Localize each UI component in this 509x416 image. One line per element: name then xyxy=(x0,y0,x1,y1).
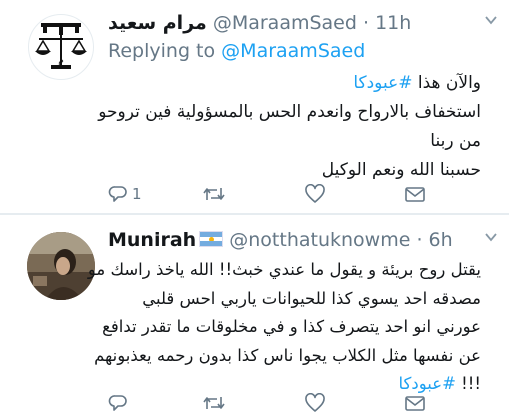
tweet-2[interactable]: Munirah @notthatuknowme · 6h يقتل روح بر… xyxy=(0,215,509,412)
reply-button[interactable] xyxy=(108,390,132,416)
tweet-line: مصدقه احد يسوي كذا للحيوانات ياربي احس ق… xyxy=(142,288,481,308)
direct-message-button[interactable] xyxy=(404,390,426,416)
replying-to: Replying to @MaraamSaed xyxy=(108,40,365,62)
tweet-line: عورني انو احد يتصرف كذا و في مخلوقات ما … xyxy=(102,317,481,336)
retweet-icon xyxy=(203,188,225,200)
tweet-line: من ربنا xyxy=(430,131,481,151)
replying-to-handle[interactable]: @MaraamSaed xyxy=(221,40,365,62)
retweet-icon xyxy=(203,397,225,409)
reply-icon xyxy=(108,186,127,202)
author-name[interactable]: مرام سعيد xyxy=(108,12,207,34)
heart-icon xyxy=(305,184,325,203)
tweet-1[interactable]: م مرام سعيد @MaraamSaed · 11h Replying t… xyxy=(0,0,509,214)
author-handle[interactable]: @MaraamSaed xyxy=(213,12,357,34)
heart-icon xyxy=(305,393,325,412)
separator-dot: · xyxy=(416,229,423,251)
like-button[interactable] xyxy=(304,390,330,416)
retweet-button[interactable] xyxy=(202,390,230,416)
reply-count: 1 xyxy=(132,185,142,203)
tweet-line: يقتل روح بريئة و يقول ما عندي خبث!! الله… xyxy=(87,260,481,279)
hashtag-link[interactable]: #عبودكا xyxy=(353,73,412,93)
tweet-actions xyxy=(108,390,478,416)
tweet-actions: 1 xyxy=(108,181,478,207)
svg-text:م: م xyxy=(58,56,64,66)
replying-to-label: Replying to xyxy=(108,40,216,62)
envelope-icon xyxy=(405,187,425,202)
tweet-text: يقتل روح بريئة و يقول ما عندي خبث!! الله… xyxy=(69,256,481,399)
reply-icon xyxy=(108,395,127,411)
tweet-header: Munirah @notthatuknowme · 6h xyxy=(108,227,453,253)
tweet-line: عن نفسها مثل الكلاب يجوا ناس كذا بدون رح… xyxy=(94,345,481,365)
author-handle[interactable]: @notthatuknowme xyxy=(229,229,410,251)
chevron-down-icon[interactable] xyxy=(485,14,497,26)
tweet-text: والآن هذا #عبودكا استخفاف بالارواح وانعد… xyxy=(71,69,481,185)
tweet-line-text: والآن هذا xyxy=(412,73,481,93)
tweet-timestamp[interactable]: 6h xyxy=(429,229,453,251)
tweet-line: والآن هذا #عبودكا xyxy=(71,69,481,98)
separator-dot: · xyxy=(362,12,370,34)
reply-button[interactable]: 1 xyxy=(108,181,142,207)
author-name[interactable]: Munirah xyxy=(108,229,196,251)
retweet-button[interactable] xyxy=(202,181,230,207)
tweet-header: مرام سعيد @MaraamSaed · 11h xyxy=(108,10,411,36)
argentina-flag-icon xyxy=(199,231,224,247)
tweet-line: استخفاف بالارواح وانعدم الحس بالمسؤولية … xyxy=(98,102,481,122)
tweet-timestamp[interactable]: 11h xyxy=(375,12,411,34)
chevron-down-icon[interactable] xyxy=(485,231,497,243)
envelope-icon xyxy=(405,396,425,411)
like-button[interactable] xyxy=(304,181,330,207)
direct-message-button[interactable] xyxy=(404,181,426,207)
